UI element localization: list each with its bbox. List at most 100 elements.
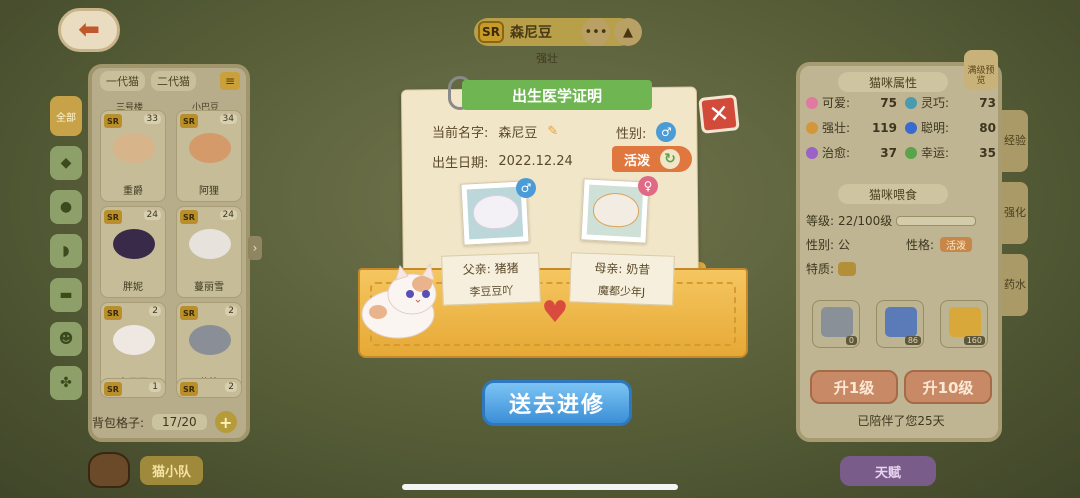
card-rarity: SR	[180, 210, 198, 224]
home-indicator[interactable]	[402, 484, 678, 490]
edit-name-icon[interactable]: ✎	[547, 124, 558, 139]
card-count: 33	[143, 114, 161, 124]
vtab-potion[interactable]: 药水	[1002, 254, 1028, 316]
tab-gen1[interactable]: 一代猫	[100, 71, 145, 91]
tab-gen2[interactable]: 二代猫	[151, 71, 196, 91]
father-tag: 父亲: 猪猪 李豆豆吖	[441, 252, 541, 306]
ball-icon: ●	[59, 199, 73, 215]
card-count: 2	[225, 306, 237, 316]
side-tab-toy[interactable]: ◆	[50, 146, 82, 180]
card-rarity: SR	[104, 382, 122, 396]
vtab-exp-label: 经验	[1004, 133, 1026, 147]
personality-row: 性格: 活泼	[906, 236, 973, 253]
side-tab-cat[interactable]: ☻	[50, 322, 82, 356]
personality-label: 性格:	[906, 238, 935, 252]
exp-bar	[896, 215, 977, 226]
name-row: 当前名字: 森尼豆 ✎	[432, 122, 558, 141]
name-label: 当前名字:	[432, 126, 489, 141]
list-icon[interactable]: ≡	[220, 72, 240, 90]
food-bag-icon	[949, 307, 981, 337]
card-count: 24	[219, 210, 237, 220]
shirt-icon: ▬	[59, 287, 73, 303]
vtab-exp[interactable]: 经验	[1002, 110, 1028, 172]
food-bag-icon	[885, 307, 917, 337]
stat-item: 可爱: 75	[806, 94, 897, 111]
mother-owner: 魔都少年J	[597, 283, 646, 299]
top-cat-trait: 强壮	[536, 52, 558, 65]
bag-capacity-row: 背包格子: 17/20 +	[92, 410, 242, 434]
level-up-1-button[interactable]: 升1级	[810, 370, 898, 404]
gender-cert-label: 性别:	[616, 126, 647, 142]
stat-icon	[806, 96, 818, 109]
meat-icon: ◗	[62, 243, 70, 259]
cat-team-button[interactable]: 猫小队	[88, 452, 228, 488]
cat-card[interactable]: SR 2	[176, 378, 242, 398]
father-owner: 李豆豆吖	[469, 283, 514, 299]
father-label: 父亲: 猪猪	[462, 260, 519, 277]
level-value: 22/100级	[838, 214, 893, 228]
stat-value: 37	[880, 145, 897, 160]
cat-card[interactable]: SR 24 胖妮	[100, 206, 166, 298]
vtab-enhance[interactable]: 强化	[1002, 182, 1028, 244]
card-count: 1	[149, 382, 161, 392]
father-male-icon: ♂	[516, 178, 536, 198]
gender-cert-row: 性别: ♂	[616, 122, 677, 142]
stat-grid: 可爱: 75 灵巧: 73 强壮: 119 聪明: 80 治愈: 37 幸运: 35	[806, 94, 996, 161]
stat-icon	[806, 146, 818, 159]
talent-badge-icon	[838, 261, 857, 276]
refresh-personality-icon[interactable]: ↻	[660, 149, 681, 169]
cat-card[interactable]: SR 34 阿狸	[176, 110, 242, 202]
max-level-preview-button[interactable]: 满级预览	[964, 50, 998, 90]
card-count: 34	[219, 114, 237, 124]
card-rarity: SR	[180, 306, 198, 320]
stat-value: 75	[880, 95, 897, 110]
side-tab-clover[interactable]: ✤	[50, 366, 82, 400]
stat-value: 119	[871, 120, 897, 135]
personality-tag: 活泼 ↻	[612, 146, 692, 172]
cat-thumbnail	[189, 133, 231, 163]
chat-icon[interactable]: •••	[582, 18, 610, 46]
food-item[interactable]: 160	[940, 300, 988, 348]
stat-icon	[806, 121, 818, 134]
stat-icon	[905, 121, 917, 134]
stat-icon	[905, 96, 917, 109]
side-tab-all[interactable]: 全部	[50, 96, 82, 136]
side-tab-clothes[interactable]: ▬	[50, 278, 82, 312]
stat-label: 强壮:	[822, 121, 851, 135]
talent-button-label: 天赋	[874, 465, 901, 481]
talent-button[interactable]: 天赋	[840, 456, 936, 486]
gender-value: 公	[838, 238, 851, 252]
gender-row: 性别: 公	[806, 236, 850, 253]
gender-label: 性别:	[806, 238, 835, 252]
stat-label: 可爱:	[822, 96, 851, 110]
side-tab-ball[interactable]: ●	[50, 190, 82, 224]
name-value: 森尼豆	[498, 126, 538, 141]
food-item[interactable]: 0	[812, 300, 860, 348]
close-button[interactable]: ✕	[698, 94, 740, 134]
cat-thumbnail	[113, 229, 155, 259]
certificate-title: 出生医学证明	[462, 80, 652, 110]
personality-tag-label: 活泼	[624, 153, 651, 169]
birth-label: 出生日期:	[432, 156, 489, 171]
card-rarity: SR	[180, 382, 198, 396]
cat-card[interactable]: SR 1	[100, 378, 166, 398]
cat-card[interactable]: SR 33 重爵	[100, 110, 166, 202]
back-button[interactable]: ⬅	[58, 8, 120, 52]
cat-card[interactable]: SR 24 蔓丽雪	[176, 206, 242, 298]
mother-female-icon: ♀	[638, 176, 658, 196]
expand-bag-button[interactable]: +	[214, 411, 237, 433]
food-qty: 86	[904, 336, 921, 345]
level-up-10-button[interactable]: 升10级	[904, 370, 992, 404]
team-label: 猫小队	[140, 455, 204, 485]
stat-label: 幸运:	[921, 146, 950, 160]
talent-row: 特质:	[806, 260, 857, 277]
food-item[interactable]: 86	[876, 300, 924, 348]
expand-arrow-icon[interactable]: ›	[248, 236, 262, 260]
send-training-button[interactable]: 送去进修	[482, 380, 632, 426]
stat-value: 73	[979, 95, 996, 110]
shop-icon[interactable]: ▲	[614, 18, 642, 46]
category-side-tabs: 全部 ◆ ● ◗ ▬ ☻ ✤	[50, 96, 84, 410]
card-cat-name: 重爵	[123, 186, 143, 197]
stat-label: 灵巧:	[921, 96, 950, 110]
side-tab-food[interactable]: ◗	[50, 234, 82, 268]
